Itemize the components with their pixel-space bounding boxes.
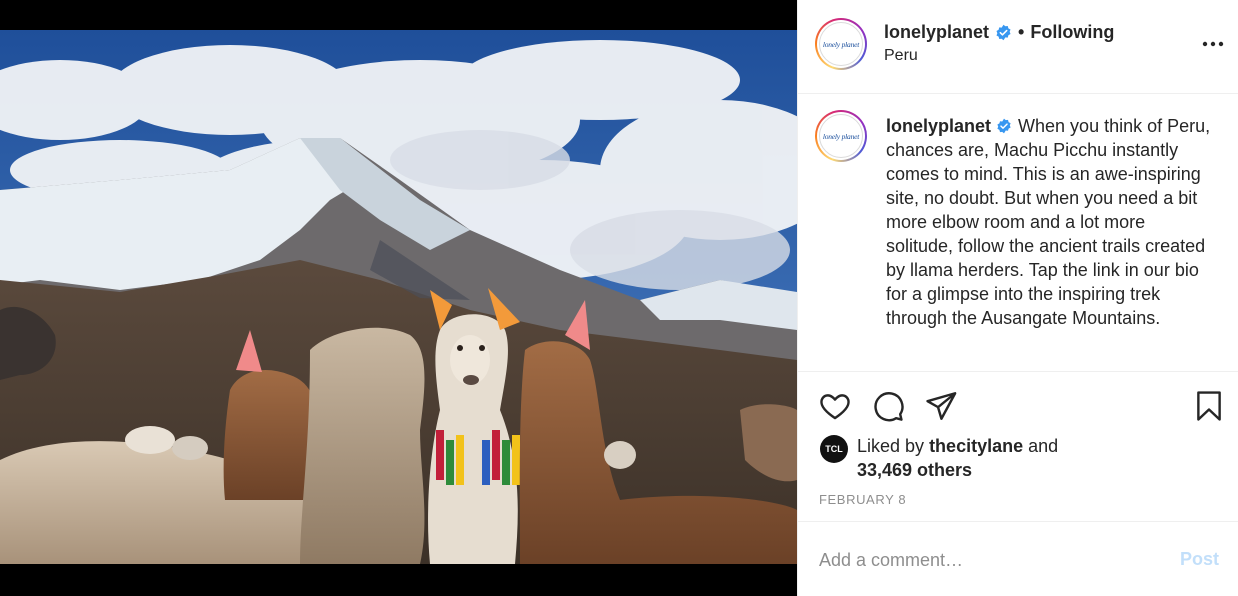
post-photo[interactable] <box>0 30 797 564</box>
post-actions: TCL Liked by thecitylane and 33,469 othe… <box>798 372 1238 522</box>
llamas-mountain-photo <box>0 30 797 564</box>
lonely-planet-logo: lonely planet <box>819 114 863 158</box>
likes-count[interactable]: 33,469 others <box>857 460 972 480</box>
separator-dot: • <box>1018 22 1025 42</box>
likes-prefix: Liked by <box>857 436 925 456</box>
liker-avatar[interactable]: TCL <box>820 435 848 463</box>
comment-box: Post <box>798 522 1238 596</box>
likes-conjunction: and <box>1028 436 1059 456</box>
post-date[interactable]: FEBRUARY 8 <box>819 492 906 507</box>
caption-text: When you think of Peru, chances are, Mac… <box>886 116 1211 328</box>
header-user-line: lonelyplanet • Following <box>884 22 1114 43</box>
share-button[interactable] <box>924 389 958 423</box>
bookmark-icon <box>1197 391 1221 421</box>
more-options-button[interactable] <box>1201 34 1225 54</box>
post-side-panel: lonely planet lonelyplanet • Following P… <box>797 0 1238 596</box>
save-button[interactable] <box>1192 389 1226 423</box>
comment-button[interactable] <box>871 389 905 423</box>
author-avatar[interactable]: lonely planet <box>815 18 867 70</box>
post-caption: lonely planet lonelyplanet When you thin… <box>798 94 1238 372</box>
caption-author-avatar[interactable]: lonely planet <box>815 110 867 162</box>
author-username[interactable]: lonelyplanet <box>884 22 989 43</box>
caption-body: lonelyplanet When you think of Peru, cha… <box>886 114 1216 330</box>
post-header: lonely planet lonelyplanet • Following P… <box>798 0 1238 94</box>
comment-icon <box>874 392 904 422</box>
send-icon <box>926 392 957 420</box>
post-location[interactable]: Peru <box>884 47 918 65</box>
liker-username[interactable]: thecitylane <box>929 436 1023 456</box>
logo-text: lonely planet <box>822 39 860 49</box>
logo-text: lonely planet <box>822 131 860 141</box>
lonely-planet-logo: lonely planet <box>819 22 863 66</box>
caption-username[interactable]: lonelyplanet <box>886 116 991 136</box>
comment-input[interactable] <box>819 546 1149 574</box>
verified-badge-icon <box>996 24 1011 41</box>
following-button[interactable]: Following <box>1030 22 1114 43</box>
post-media[interactable] <box>0 0 797 596</box>
more-horizontal-icon <box>1202 41 1224 47</box>
like-button[interactable] <box>818 389 852 423</box>
likes-text: Liked by thecitylane and 33,469 others <box>857 434 1157 482</box>
heart-icon <box>820 394 850 420</box>
post-comment-button[interactable]: Post <box>1180 549 1219 570</box>
verified-badge-icon <box>997 118 1011 134</box>
